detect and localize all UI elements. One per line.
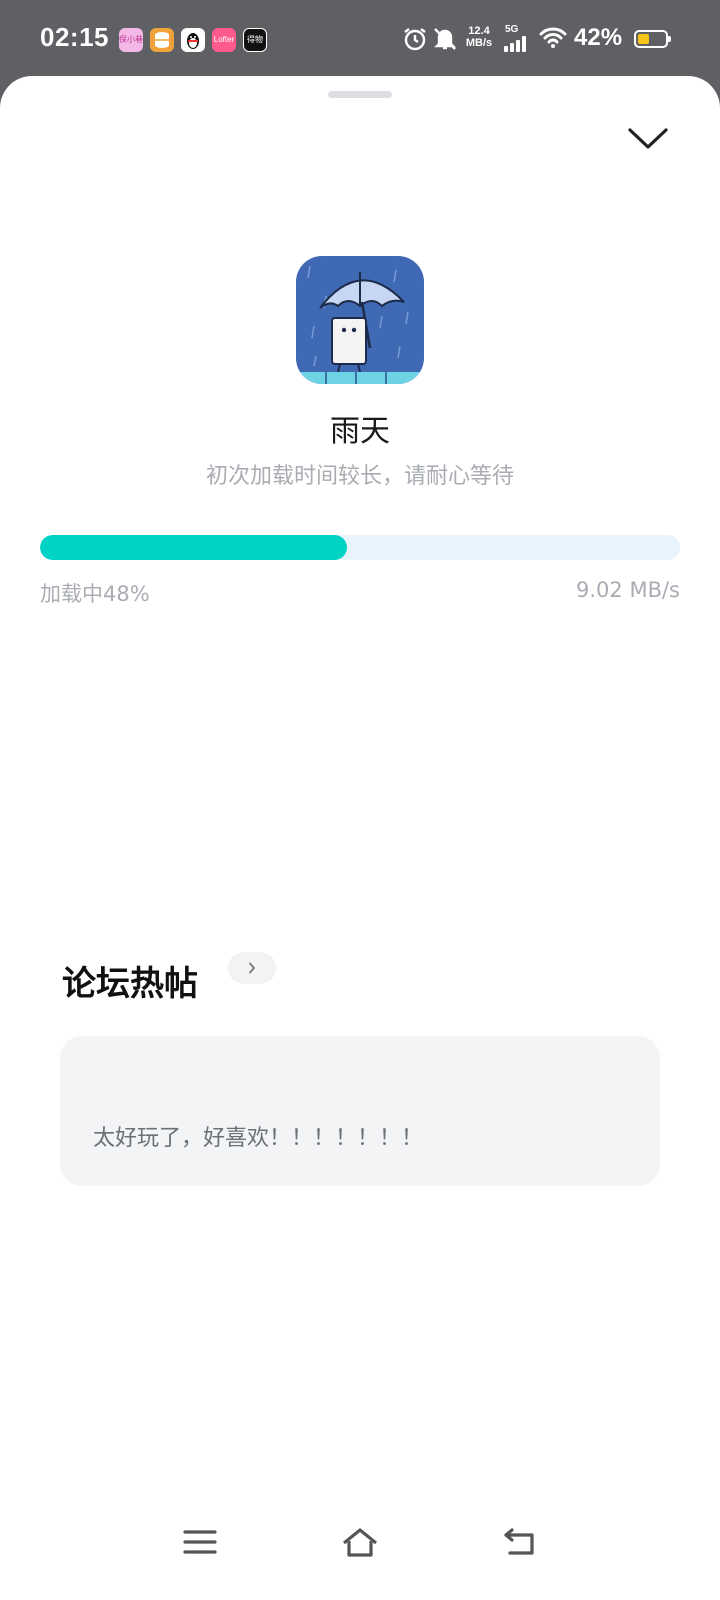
status-bar: 02:15 保小巷 Lofter 得物 12.4 MB/s 5G 42%: [0, 0, 720, 80]
app-name: 雨天: [330, 414, 390, 449]
bell-muted-icon: [432, 26, 458, 56]
download-speed: 9.02 MB/s: [576, 578, 680, 602]
network-speed: 12.4 MB/s: [462, 25, 496, 49]
forum-post-text: 太好玩了，好喜欢！！！！！！！: [93, 1126, 424, 1151]
lofter-app-icon: Lofter: [212, 28, 236, 52]
collapse-button[interactable]: [622, 118, 674, 158]
back-button[interactable]: [480, 1510, 560, 1580]
sheet-drag-handle[interactable]: [328, 91, 392, 98]
shopping-app-icon: 得物: [243, 28, 267, 52]
back-icon: [504, 1528, 534, 1555]
qq-icon: [181, 28, 205, 52]
network-speed-unit: MB/s: [465, 37, 493, 49]
menu-icon: [183, 1530, 217, 1554]
chevron-down-icon: [628, 128, 668, 149]
chevron-right-icon: [249, 962, 255, 974]
home-button[interactable]: [320, 1510, 400, 1580]
wifi-icon: [538, 26, 568, 54]
rainy-day-app-icon: [296, 256, 424, 384]
system-nav-bar: [0, 1510, 720, 1600]
loading-progress-bar: [40, 535, 680, 560]
loading-hint: 初次加载时间较长，请耐心等待: [205, 464, 514, 489]
forum-section-title: 论坛热帖: [62, 964, 198, 1004]
app-notification-icon: 保小巷: [119, 28, 143, 52]
alarm-icon: [402, 26, 428, 56]
loading-progress-fill: [40, 535, 348, 560]
status-time: 02:15: [40, 22, 109, 52]
home-icon: [342, 1528, 378, 1557]
forum-more-button[interactable]: [228, 952, 276, 984]
recent-apps-button[interactable]: [160, 1510, 240, 1580]
battery-icon: [634, 30, 671, 48]
network-speed-value: 12.4: [468, 25, 490, 37]
loading-status: 加载中48%: [40, 582, 150, 606]
network-type: 5G: [505, 24, 519, 35]
signal-icon: [504, 36, 528, 56]
battery-percent: 42%: [574, 24, 623, 51]
database-app-icon: [150, 28, 174, 52]
forum-post-card[interactable]: 太好玩了，好喜欢！！！！！！！: [60, 1036, 660, 1186]
loading-sheet: 雨天 初次加载时间较长，请耐心等待 加载中48% 9.02 MB/s 论坛热帖 …: [0, 76, 720, 1600]
battery-level: [638, 34, 649, 44]
